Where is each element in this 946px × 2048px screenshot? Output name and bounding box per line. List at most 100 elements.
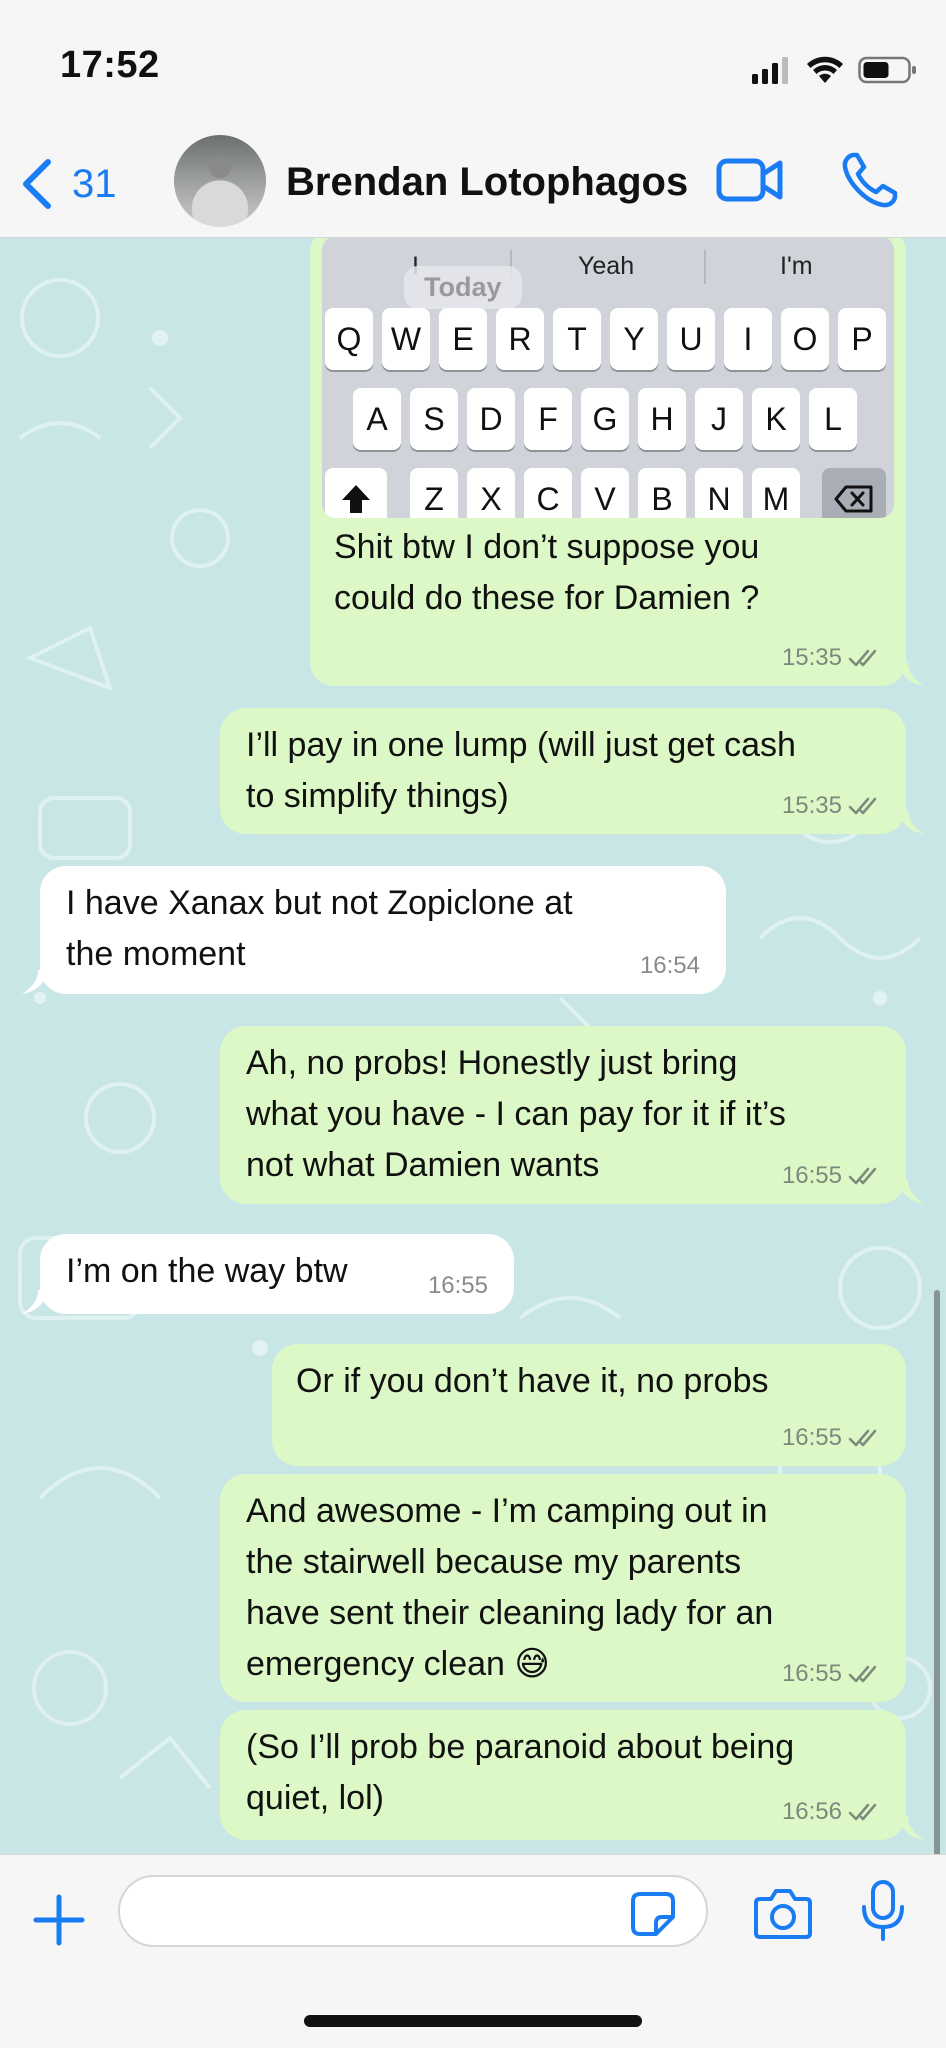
message-meta: 15:35 (782, 644, 882, 672)
bubble-tail (898, 1180, 924, 1204)
keyboard-suggestions: I Yeah I'm Today (322, 238, 894, 309)
suggestion-2: Yeah (578, 252, 635, 280)
message-line: quiet, lol) (246, 1779, 384, 1817)
message-line: I’ll pay in one lump (will just get cash (246, 726, 796, 764)
message-line: Ah, no probs! Honestly just bring (246, 1044, 738, 1082)
bubble-tail (898, 1816, 924, 1840)
key: F (524, 388, 572, 450)
message-time: 16:56 (781, 1798, 842, 1825)
read-receipt-icon (848, 1167, 877, 1185)
message-bubble-outgoing[interactable]: And awesome - I’m camping out in the sta… (220, 1474, 906, 1702)
message-line: could do these for Damien ? (334, 579, 760, 617)
message-meta: 16:55 (782, 1660, 882, 1688)
message-time: 15:35 (781, 792, 842, 819)
key: S (410, 388, 458, 450)
chat-header: 31 Brendan Lotophagos (0, 130, 946, 238)
message-input[interactable] (118, 1875, 708, 1947)
avatar[interactable] (174, 135, 266, 227)
suggestion-separator (704, 250, 706, 284)
back-chevron-icon (23, 159, 51, 209)
bubble-tail (22, 970, 48, 994)
read-receipt-icon (848, 1665, 877, 1683)
message-input-bar (0, 1854, 946, 2048)
battery-icon (858, 56, 916, 84)
message-text: I’m on the way btw (66, 1246, 348, 1297)
message-meta: 15:35 (782, 792, 882, 820)
read-receipt-icon (848, 797, 877, 815)
message-line: (So I’ll prob be paranoid about being (246, 1728, 795, 1766)
key: W (382, 308, 430, 370)
message-time: 16:55 (427, 1272, 488, 1299)
message-text: Shit btw I don’t suppose you could do th… (334, 522, 894, 624)
keyboard-screenshot[interactable]: I Yeah I'm Today Q W E R T Y U I O P A S… (322, 238, 894, 518)
key: L (809, 388, 857, 450)
message-line: the moment (66, 935, 246, 973)
delete-key (822, 468, 886, 518)
message-line: to simplify things) (246, 777, 509, 815)
key: Q (325, 308, 373, 370)
key: G (581, 388, 629, 450)
message-line: And awesome - I’m camping out in (246, 1492, 768, 1530)
message-line: emergency clean 😅 (246, 1645, 550, 1683)
date-chip: Today (404, 266, 522, 309)
message-bubble-outgoing[interactable]: I’ll pay in one lump (will just get cash… (220, 708, 906, 834)
message-bubble-outgoing[interactable]: (So I’ll prob be paranoid about being qu… (220, 1710, 906, 1840)
message-text: And awesome - I’m camping out in the sta… (246, 1486, 773, 1690)
key: P (838, 308, 886, 370)
key: D (467, 388, 515, 450)
key: A (353, 388, 401, 450)
message-time: 16:55 (781, 1424, 842, 1451)
key: Z (410, 468, 458, 518)
key: T (553, 308, 601, 370)
message-line: Shit btw I don’t suppose you (334, 528, 760, 566)
key: J (695, 388, 743, 450)
suggestion-3: I'm (780, 252, 813, 280)
status-icons (752, 52, 918, 88)
key: K (752, 388, 800, 450)
bubble-tail (898, 662, 924, 686)
message-line: have sent their cleaning lady for an (246, 1594, 774, 1632)
video-call-icon[interactable] (716, 150, 784, 210)
message-text: (So I’ll prob be paranoid about being qu… (246, 1722, 794, 1824)
shift-key (325, 468, 387, 518)
message-time: 15:35 (781, 644, 842, 671)
key: R (496, 308, 544, 370)
message-bubble-incoming[interactable]: I’m on the way btw 16:55 (40, 1234, 514, 1314)
back-button[interactable]: 31 (18, 154, 117, 214)
message-line: not what Damien wants (246, 1146, 600, 1184)
chat-area[interactable]: I Yeah I'm Today Q W E R T Y U I O P A S… (0, 238, 946, 1854)
contact-name[interactable]: Brendan Lotophagos (286, 160, 688, 205)
message-meta: 16:55 (428, 1272, 488, 1300)
message-meta: 16:55 (782, 1424, 882, 1452)
message-line: I’m on the way btw (66, 1252, 348, 1290)
phone-icon[interactable] (840, 150, 900, 210)
message-text: Or if you don’t have it, no probs (296, 1356, 768, 1407)
read-receipt-icon (848, 649, 877, 667)
plus-icon[interactable] (30, 1891, 88, 1949)
microphone-icon[interactable] (858, 1879, 908, 1943)
key: V (581, 468, 629, 518)
camera-icon[interactable] (754, 1885, 812, 1941)
message-meta: 16:56 (782, 1798, 882, 1826)
signal-icon (752, 57, 788, 84)
key: C (524, 468, 572, 518)
key: X (467, 468, 515, 518)
message-bubble-outgoing[interactable]: Or if you don’t have it, no probs 16:55 (272, 1344, 906, 1466)
message-bubble-incoming[interactable]: I have Xanax but not Zopiclone at the mo… (40, 866, 726, 994)
message-time: 16:55 (781, 1162, 842, 1189)
message-line: what you have - I can pay for it if it’s (246, 1095, 786, 1133)
message-line: I have Xanax but not Zopiclone at (66, 884, 573, 922)
image-message[interactable]: I Yeah I'm Today Q W E R T Y U I O P A S… (310, 238, 906, 686)
message-bubble-outgoing[interactable]: Ah, no probs! Honestly just bring what y… (220, 1026, 906, 1204)
key: O (781, 308, 829, 370)
key: Y (610, 308, 658, 370)
sticker-icon[interactable] (630, 1891, 676, 1937)
unread-count: 31 (72, 161, 117, 206)
scrollbar[interactable] (934, 1290, 940, 1854)
message-text: Ah, no probs! Honestly just bring what y… (246, 1038, 786, 1191)
status-bar: 17:52 (0, 0, 946, 130)
message-meta: 16:54 (640, 952, 700, 980)
bubble-tail (898, 810, 924, 834)
status-time: 17:52 (60, 44, 160, 86)
message-time: 16:54 (639, 952, 700, 979)
